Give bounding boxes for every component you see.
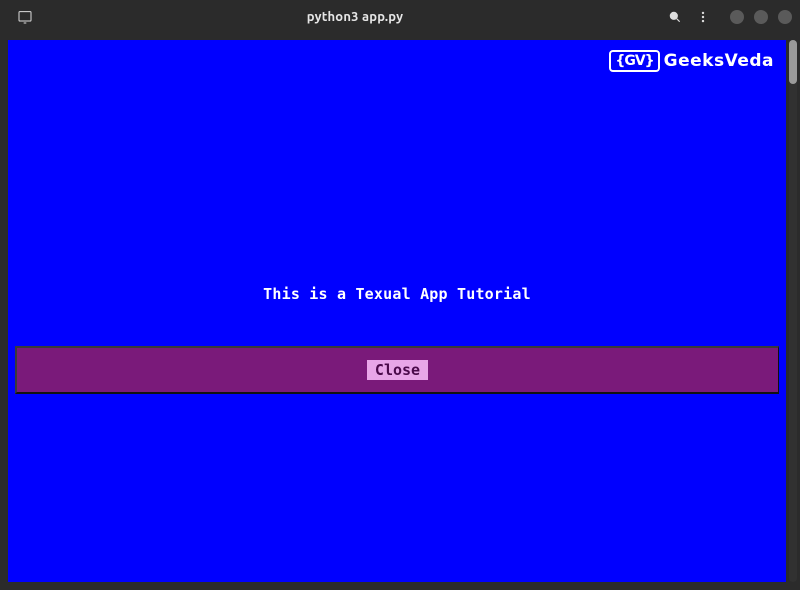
brand-logo: {GV} GeeksVeda — [609, 50, 774, 72]
window-titlebar: python3 app.py — [0, 0, 800, 34]
scrollbar-thumb[interactable] — [789, 40, 797, 84]
app-heading: This is a Texual App Tutorial — [8, 285, 786, 303]
close-button-label: Close — [367, 360, 428, 380]
textual-app-root: {GV} GeeksVeda This is a Texual App Tuto… — [8, 40, 786, 582]
window-close-button[interactable] — [778, 10, 792, 24]
scrollbar-track — [789, 40, 797, 582]
brand-badge: {GV} — [609, 50, 659, 72]
search-icon[interactable] — [668, 10, 682, 24]
window-title: python3 app.py — [42, 10, 668, 24]
menu-icon[interactable] — [696, 10, 710, 24]
window-minimize-button[interactable] — [730, 10, 744, 24]
terminal-viewport: {GV} GeeksVeda This is a Texual App Tuto… — [0, 34, 800, 590]
close-button[interactable]: Close — [15, 346, 779, 394]
brand-text: GeeksVeda — [664, 51, 774, 71]
terminal-icon[interactable] — [8, 9, 42, 25]
window-maximize-button[interactable] — [754, 10, 768, 24]
